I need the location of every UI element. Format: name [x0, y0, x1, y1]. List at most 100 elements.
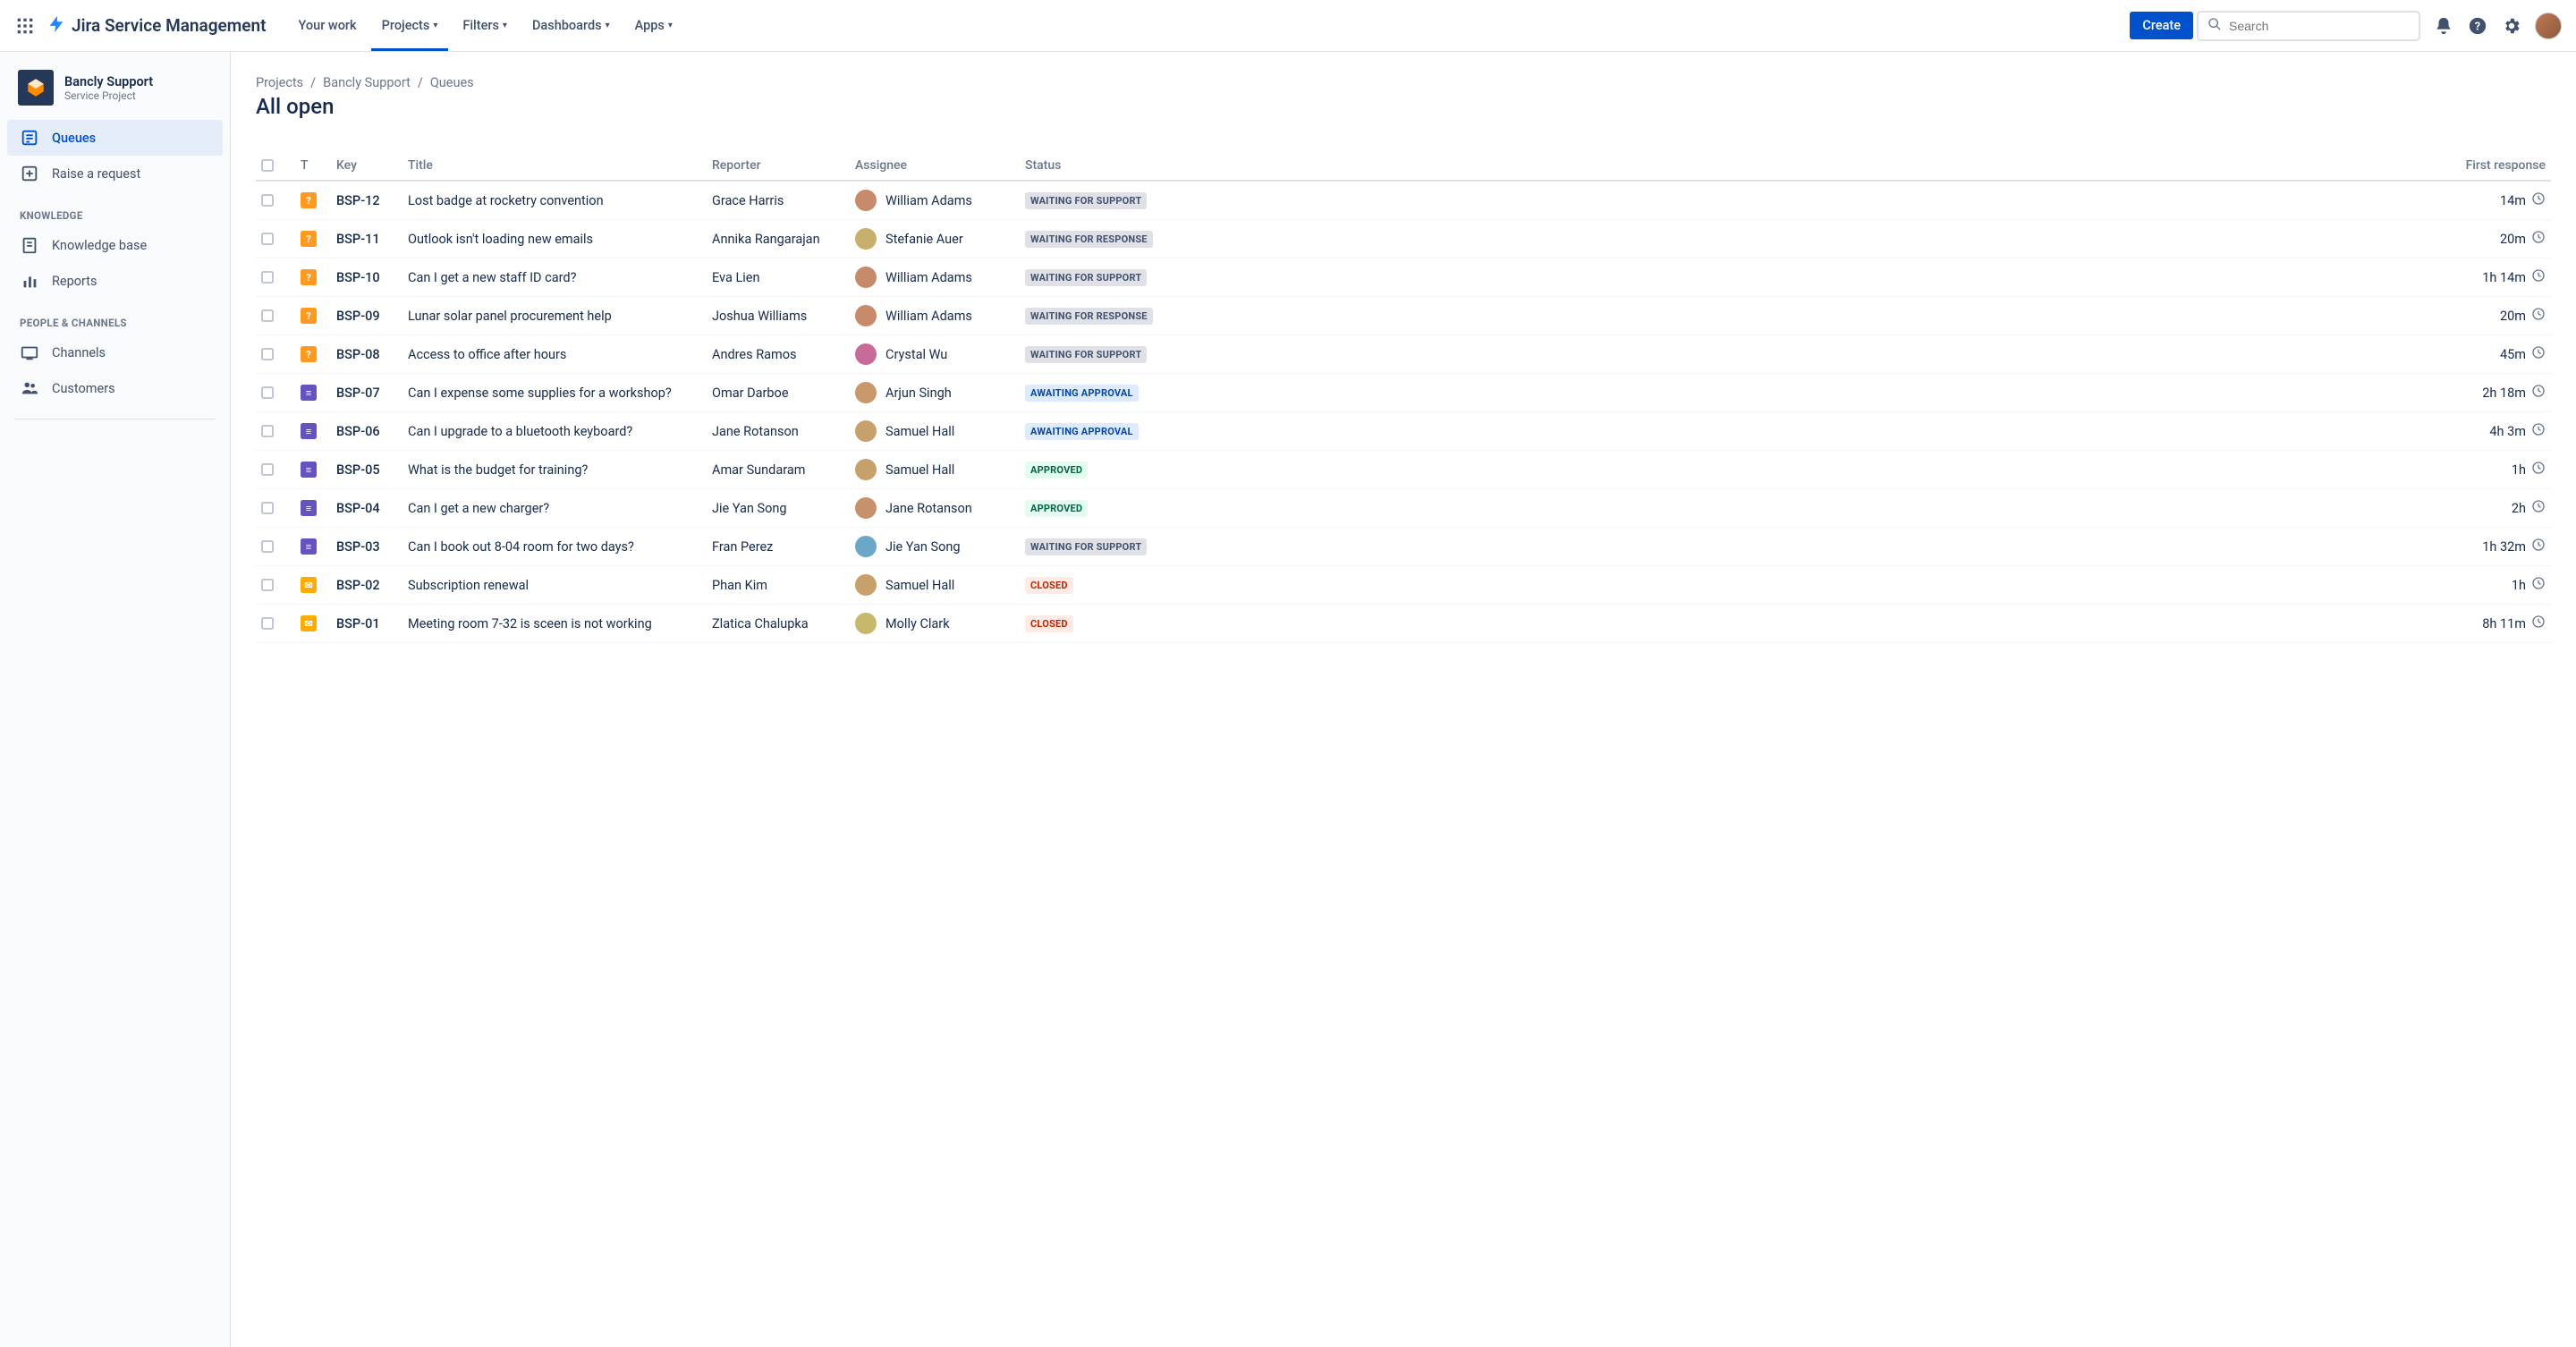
- table-row[interactable]: ?BSP-12Lost badge at rocketry convention…: [256, 181, 2551, 220]
- breadcrumb-item[interactable]: Queues: [430, 75, 474, 90]
- col-title[interactable]: Title: [402, 151, 707, 181]
- sidebar-item-label: Knowledge base: [52, 238, 147, 253]
- issue-key[interactable]: BSP-12: [331, 181, 402, 220]
- table-row[interactable]: ≡BSP-03Can I book out 8-04 room for two …: [256, 528, 2551, 566]
- table-row[interactable]: ≡BSP-04Can I get a new charger?Jie Yan S…: [256, 489, 2551, 528]
- sidebar-item-channels[interactable]: Channels: [7, 335, 223, 370]
- row-checkbox[interactable]: [261, 502, 274, 514]
- assignee[interactable]: Samuel Hall: [855, 459, 1014, 480]
- status-badge: WAITING FOR RESPONSE: [1025, 231, 1153, 248]
- issue-title[interactable]: Can I upgrade to a bluetooth keyboard?: [402, 412, 707, 451]
- col-key[interactable]: Key: [331, 151, 402, 181]
- issue-title[interactable]: What is the budget for training?: [402, 451, 707, 489]
- issue-key[interactable]: BSP-03: [331, 528, 402, 566]
- row-checkbox[interactable]: [261, 540, 274, 553]
- issue-key[interactable]: BSP-04: [331, 489, 402, 528]
- row-checkbox[interactable]: [261, 617, 274, 630]
- issue-title[interactable]: Lunar solar panel procurement help: [402, 297, 707, 335]
- notifications-icon[interactable]: [2433, 15, 2454, 37]
- table-row[interactable]: ?BSP-10Can I get a new staff ID card?Eva…: [256, 258, 2551, 297]
- assignee[interactable]: William Adams: [855, 305, 1014, 326]
- sidebar-item-raise-a-request[interactable]: Raise a request: [7, 156, 223, 191]
- first-response-time: 1h: [2512, 461, 2546, 479]
- issue-title[interactable]: Meeting room 7-32 is sceen is not workin…: [402, 605, 707, 643]
- assignee[interactable]: Stefanie Auer: [855, 228, 1014, 250]
- sidebar-item-queues[interactable]: Queues: [7, 120, 223, 156]
- col-type[interactable]: T: [295, 151, 331, 181]
- assignee[interactable]: Molly Clark: [855, 613, 1014, 634]
- issue-title[interactable]: Subscription renewal: [402, 566, 707, 605]
- first-response-time: 4h 3m: [2489, 422, 2546, 440]
- nav-item-apps[interactable]: Apps▾: [624, 2, 683, 49]
- row-checkbox[interactable]: [261, 425, 274, 437]
- help-icon[interactable]: ?: [2467, 15, 2488, 37]
- clock-icon: [2531, 499, 2546, 517]
- nav-item-your-work[interactable]: Your work: [288, 2, 368, 49]
- table-row[interactable]: ?BSP-08Access to office after hoursAndre…: [256, 335, 2551, 374]
- product-logo[interactable]: Jira Service Management: [47, 14, 267, 38]
- issue-key[interactable]: BSP-02: [331, 566, 402, 605]
- sidebar-item-reports[interactable]: Reports: [7, 263, 223, 299]
- table-row[interactable]: ?BSP-09Lunar solar panel procurement hel…: [256, 297, 2551, 335]
- nav-item-projects[interactable]: Projects▾: [371, 2, 449, 49]
- row-checkbox[interactable]: [261, 386, 274, 399]
- issue-key[interactable]: BSP-05: [331, 451, 402, 489]
- row-checkbox[interactable]: [261, 309, 274, 322]
- issue-title[interactable]: Can I get a new staff ID card?: [402, 258, 707, 297]
- sidebar-item-label: Raise a request: [52, 166, 140, 182]
- table-row[interactable]: ≡BSP-06Can I upgrade to a bluetooth keyb…: [256, 412, 2551, 451]
- col-status[interactable]: Status: [1020, 151, 1190, 181]
- project-header[interactable]: Bancly Support Service Project: [7, 70, 223, 120]
- row-checkbox[interactable]: [261, 348, 274, 360]
- sidebar-item-knowledge-base[interactable]: Knowledge base: [7, 227, 223, 263]
- issue-key[interactable]: BSP-11: [331, 220, 402, 258]
- issue-title[interactable]: Can I get a new charger?: [402, 489, 707, 528]
- col-first-response[interactable]: First response: [1190, 151, 2551, 181]
- sidebar-heading-knowledge: KNOWLEDGE: [7, 191, 223, 227]
- assignee[interactable]: Jane Rotanson: [855, 497, 1014, 519]
- issue-title[interactable]: Can I expense some supplies for a worksh…: [402, 374, 707, 412]
- table-row[interactable]: ✉BSP-01Meeting room 7-32 is sceen is not…: [256, 605, 2551, 643]
- issue-title[interactable]: Outlook isn't loading new emails: [402, 220, 707, 258]
- table-row[interactable]: ✉BSP-02Subscription renewalPhan KimSamue…: [256, 566, 2551, 605]
- breadcrumb-item[interactable]: Projects: [256, 75, 303, 90]
- issue-key[interactable]: BSP-01: [331, 605, 402, 643]
- row-checkbox[interactable]: [261, 194, 274, 207]
- search-box[interactable]: [2197, 11, 2420, 41]
- assignee[interactable]: William Adams: [855, 190, 1014, 211]
- search-input[interactable]: [2229, 19, 2410, 33]
- issue-key[interactable]: BSP-07: [331, 374, 402, 412]
- issue-key[interactable]: BSP-08: [331, 335, 402, 374]
- assignee[interactable]: Jie Yan Song: [855, 536, 1014, 557]
- table-row[interactable]: ≡BSP-05What is the budget for training?A…: [256, 451, 2551, 489]
- breadcrumb-item[interactable]: Bancly Support: [323, 75, 411, 90]
- table-row[interactable]: ?BSP-11Outlook isn't loading new emailsA…: [256, 220, 2551, 258]
- issue-key[interactable]: BSP-09: [331, 297, 402, 335]
- col-assignee[interactable]: Assignee: [850, 151, 1020, 181]
- create-button[interactable]: Create: [2130, 12, 2193, 39]
- issue-title[interactable]: Lost badge at rocketry convention: [402, 181, 707, 220]
- assignee[interactable]: William Adams: [855, 267, 1014, 288]
- issue-key[interactable]: BSP-06: [331, 412, 402, 451]
- app-switcher-icon[interactable]: [14, 15, 36, 37]
- sidebar-item-customers[interactable]: Customers: [7, 370, 223, 406]
- row-checkbox[interactable]: [261, 271, 274, 284]
- row-checkbox[interactable]: [261, 463, 274, 476]
- nav-item-filters[interactable]: Filters▾: [452, 2, 518, 49]
- row-checkbox[interactable]: [261, 579, 274, 591]
- row-checkbox[interactable]: [261, 233, 274, 245]
- issue-title[interactable]: Access to office after hours: [402, 335, 707, 374]
- issue-title[interactable]: Can I book out 8-04 room for two days?: [402, 528, 707, 566]
- table-row[interactable]: ≡BSP-07Can I expense some supplies for a…: [256, 374, 2551, 412]
- issue-key[interactable]: BSP-10: [331, 258, 402, 297]
- nav-item-dashboards[interactable]: Dashboards▾: [521, 2, 621, 49]
- select-all-checkbox[interactable]: [261, 159, 274, 172]
- assignee[interactable]: Arjun Singh: [855, 382, 1014, 403]
- assignee[interactable]: Samuel Hall: [855, 574, 1014, 596]
- col-reporter[interactable]: Reporter: [707, 151, 850, 181]
- clock-icon: [2531, 384, 2546, 402]
- user-avatar[interactable]: [2535, 13, 2562, 39]
- assignee[interactable]: Crystal Wu: [855, 343, 1014, 365]
- assignee[interactable]: Samuel Hall: [855, 420, 1014, 442]
- settings-icon[interactable]: [2501, 15, 2522, 37]
